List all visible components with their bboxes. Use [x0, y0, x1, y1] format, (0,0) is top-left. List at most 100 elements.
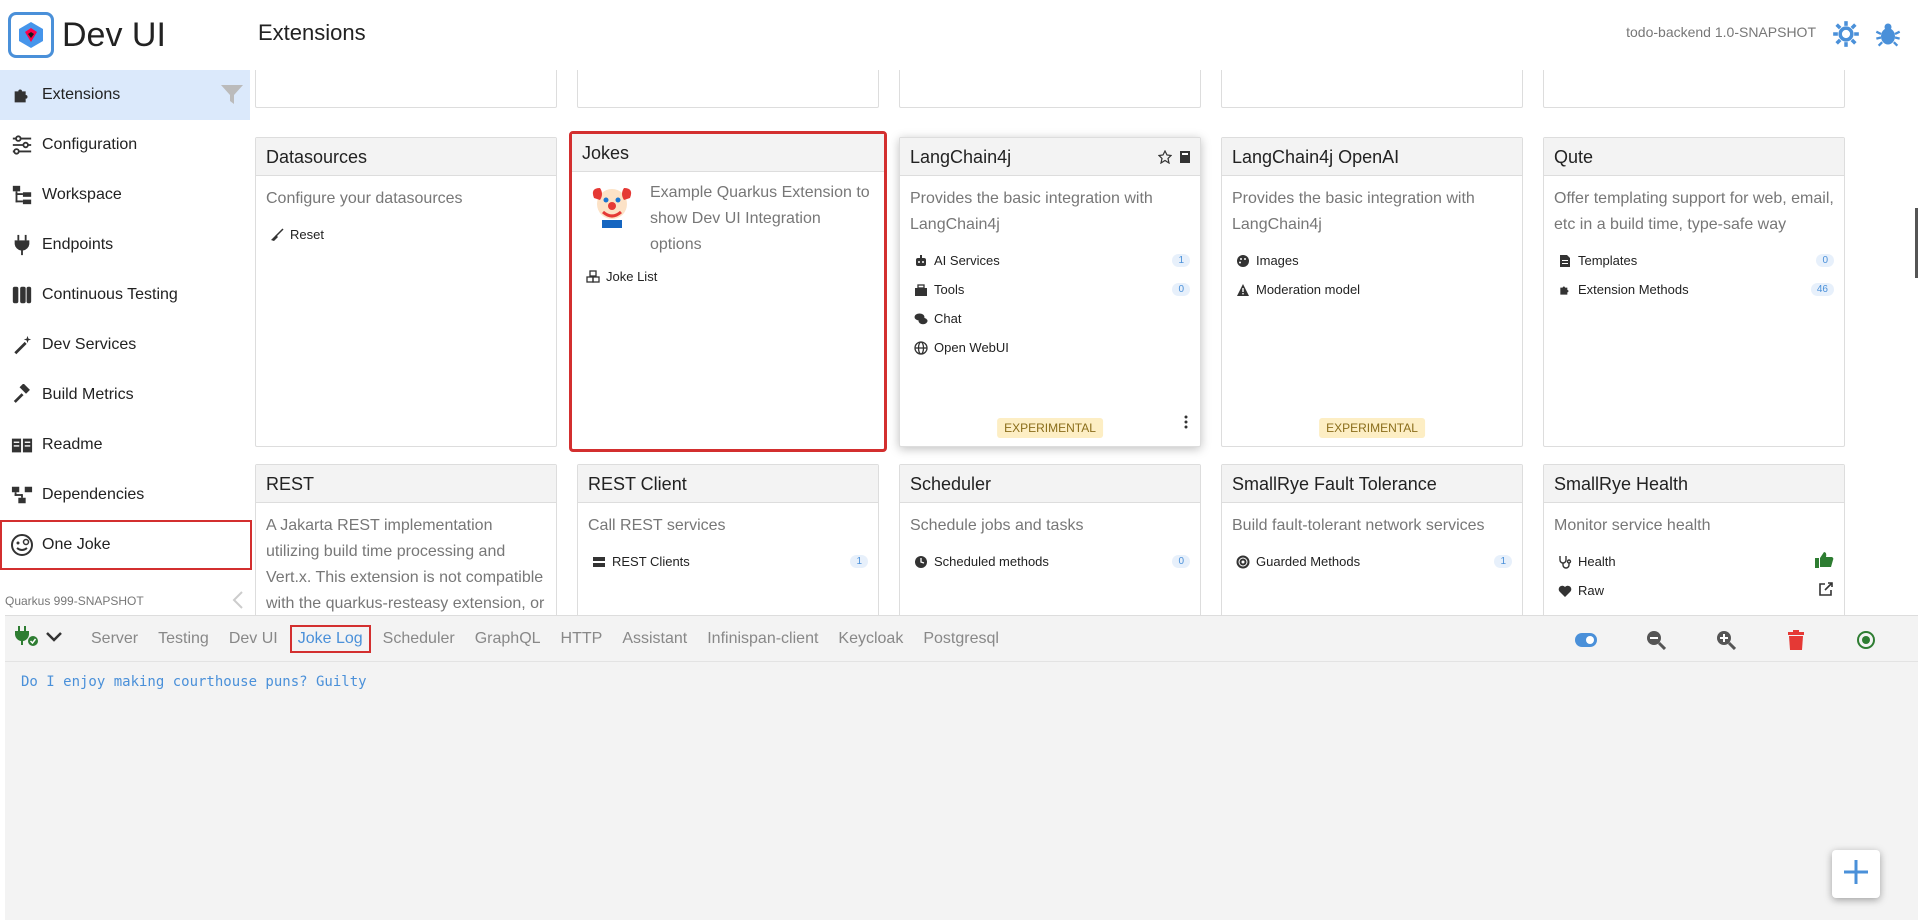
card-title: REST	[256, 465, 556, 503]
card-link-rest-clients[interactable]: REST Clients 1	[592, 547, 868, 576]
clown-icon	[586, 180, 638, 258]
card-link-scheduled-methods[interactable]: Scheduled methods 0	[914, 547, 1190, 576]
card-link-guarded-methods[interactable]: Guarded Methods 1	[1236, 547, 1512, 576]
card-link-label: Raw	[1578, 583, 1605, 598]
stethoscope-icon	[1558, 555, 1572, 569]
sidebar-item-extensions[interactable]: Extensions	[0, 70, 250, 120]
filter-icon[interactable]	[220, 84, 244, 106]
chevron-down-icon[interactable]	[45, 630, 63, 648]
extension-card-qute: Qute Offer templating support for web, e…	[1543, 137, 1845, 447]
zoom-out-icon[interactable]	[1644, 628, 1668, 652]
tab-joke-log[interactable]: Joke Log	[289, 624, 371, 653]
card-description: Monitor service health	[1554, 517, 1711, 534]
guide-book-icon[interactable]	[1178, 148, 1192, 169]
card-link-label: Scheduled methods	[934, 554, 1049, 569]
card-title: Jokes	[572, 134, 884, 172]
sidebar-item-readme[interactable]: Readme	[0, 420, 252, 470]
sidebar-item-label: Configuration	[42, 136, 138, 153]
add-button[interactable]	[1832, 850, 1880, 898]
theme-gear-icon[interactable]	[1832, 20, 1860, 48]
trash-icon[interactable]	[1784, 628, 1808, 652]
more-vertical-icon[interactable]	[1184, 415, 1188, 434]
sidebar-item-label: Continuous Testing	[42, 286, 178, 303]
tab-http[interactable]: HTTP	[553, 625, 611, 653]
card-title: Scheduler	[900, 465, 1200, 503]
tab-testing[interactable]: Testing	[150, 625, 217, 653]
bug-icon[interactable]	[1874, 20, 1902, 48]
card-link-tools[interactable]: Tools 0	[914, 275, 1190, 304]
clock-icon	[914, 555, 928, 569]
record-icon[interactable]	[1854, 628, 1878, 652]
puzzle-icon	[1558, 283, 1572, 297]
life-ring-icon	[1236, 555, 1250, 569]
card-link-chat[interactable]: Chat	[914, 304, 1190, 333]
card-link-health[interactable]: Health	[1558, 547, 1834, 576]
experimental-badge: EXPERIMENTAL	[997, 418, 1103, 438]
card-link-label: REST Clients	[612, 554, 690, 569]
card-link-label: Health	[1578, 554, 1616, 569]
puzzle-icon	[10, 83, 34, 107]
tab-infinispan-client[interactable]: Infinispan-client	[699, 625, 826, 653]
comments-icon	[914, 312, 928, 326]
hammer-icon	[10, 383, 34, 407]
card-description: Example Quarkus Extension to show Dev UI…	[650, 184, 870, 253]
quarkus-version: Quarkus 999-SNAPSHOT	[5, 594, 144, 608]
tab-assistant[interactable]: Assistant	[614, 625, 695, 653]
folder-tree-icon	[10, 183, 34, 207]
thumbs-up-icon	[1814, 551, 1834, 572]
tab-keycloak[interactable]: Keycloak	[830, 625, 911, 653]
server-icon	[592, 555, 606, 569]
card-link-label: Moderation model	[1256, 282, 1361, 297]
tab-server[interactable]: Server	[83, 625, 146, 653]
tab-scheduler[interactable]: Scheduler	[375, 625, 463, 653]
sidebar-item-endpoints[interactable]: Endpoints	[0, 220, 252, 270]
app-title: Dev UI	[62, 15, 166, 54]
sidebar-item-build-metrics[interactable]: Build Metrics	[0, 370, 252, 420]
card-title: LangChain4j	[910, 147, 1012, 167]
sidebar-item-dev-services[interactable]: Dev Services	[0, 320, 252, 370]
card-link-raw[interactable]: Raw	[1558, 576, 1834, 605]
tab-dev-ui[interactable]: Dev UI	[221, 625, 286, 653]
card-link-joke-list[interactable]: Joke List	[586, 262, 874, 291]
card-link-open-webui[interactable]: Open WebUI	[914, 333, 1190, 362]
collapse-sidebar-chevron-icon[interactable]	[230, 590, 246, 610]
sidebar-item-dependencies[interactable]: Dependencies	[0, 470, 252, 520]
card-link-reset[interactable]: Reset	[270, 220, 546, 249]
sidebar-item-workspace[interactable]: Workspace	[0, 170, 252, 220]
sidebar-item-one-joke[interactable]: One Joke	[0, 520, 252, 570]
sidebar-item-configuration[interactable]: Configuration	[0, 120, 252, 170]
card-link-extension-methods[interactable]: Extension Methods 46	[1558, 275, 1834, 304]
file-code-icon	[1558, 254, 1572, 268]
card-link-templates[interactable]: Templates 0	[1558, 246, 1834, 275]
extension-card-health: SmallRye Health Monitor service health H…	[1543, 464, 1845, 615]
count-badge: 0	[1172, 555, 1190, 568]
plug-check-icon[interactable]	[13, 624, 39, 653]
count-badge: 0	[1172, 283, 1190, 296]
sidebar-item-continuous-testing[interactable]: Continuous Testing	[0, 270, 252, 320]
card-link-label: Guarded Methods	[1256, 554, 1361, 569]
flask-icon	[10, 283, 34, 307]
tab-postgresql[interactable]: Postgresql	[915, 625, 1007, 653]
tab-graphql[interactable]: GraphQL	[467, 625, 549, 653]
extension-card-rest-client: REST Client Call REST services REST Clie…	[577, 464, 879, 615]
card-link-moderation-model[interactable]: Moderation model	[1236, 275, 1512, 304]
card-link-ai-services[interactable]: AI Services 1	[914, 246, 1190, 275]
app-logo[interactable]: Dev UI	[8, 12, 166, 58]
sidebar-item-label: Extensions	[42, 86, 121, 103]
card-link-label: Tools	[934, 282, 965, 297]
extension-card-partial	[1543, 70, 1845, 108]
star-icon[interactable]	[1157, 148, 1173, 169]
card-link-images[interactable]: Images	[1236, 246, 1512, 275]
magic-wand-icon	[10, 333, 34, 357]
card-link-label: Reset	[290, 227, 324, 242]
card-link-label: Open WebUI	[934, 340, 1009, 355]
extensions-grid: Datasources Configure your datasources R…	[255, 70, 1845, 615]
card-link-label: Chat	[934, 311, 962, 326]
toggle-icon[interactable]	[1574, 628, 1598, 652]
sidebar-item-label: Readme	[42, 436, 103, 453]
zoom-in-icon[interactable]	[1714, 628, 1738, 652]
sidebar-item-label: Dependencies	[42, 486, 145, 503]
card-title: SmallRye Health	[1544, 465, 1844, 503]
external-link-icon[interactable]	[1818, 581, 1834, 600]
card-description: Provides the basic integration with Lang…	[910, 190, 1153, 233]
